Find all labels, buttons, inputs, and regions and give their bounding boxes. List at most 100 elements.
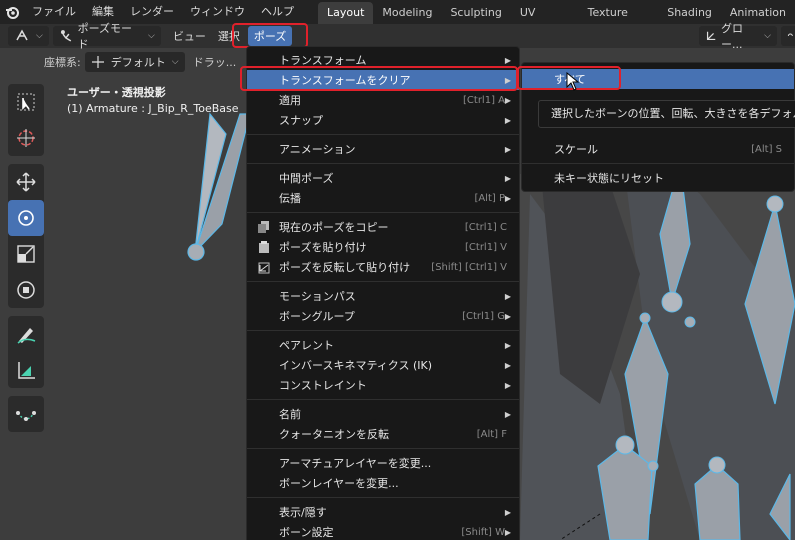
annotate-tool[interactable] <box>8 316 44 352</box>
coord-label: 座標系: <box>44 56 81 69</box>
menu-item-shortcut: [Alt] F <box>476 428 507 440</box>
menu-item[interactable]: インバースキネマティクス (IK) ▶ <box>247 355 519 375</box>
menu-item[interactable]: ポーズを反転して貼り付け [Shift] [Ctrl1] V <box>247 257 519 277</box>
bone-roll-tool[interactable] <box>8 396 44 432</box>
menu-item[interactable]: スナップ ▶ <box>247 110 519 130</box>
menu-item-shortcut: [Ctrl1] A <box>463 94 505 106</box>
menu-item-label: アーマチュアレイヤーを変更... <box>279 457 432 470</box>
cursor-tool[interactable] <box>8 120 44 156</box>
paste-flipped-icon <box>258 262 270 274</box>
move-icon <box>16 172 36 192</box>
menu-item[interactable]: アニメーション ▶ <box>247 139 519 159</box>
menu-item[interactable]: 名前 ▶ <box>247 404 519 424</box>
view-menu[interactable]: ビュー <box>167 26 212 46</box>
menu-item-label: スナップ <box>279 114 323 127</box>
menu-item[interactable]: ボーン設定 [Shift] W ▶ <box>247 522 519 540</box>
submenu-arrow-icon: ▶ <box>504 409 511 419</box>
main-menu: ファイル 編集 レンダー ウィンドウ ヘルプ <box>24 0 302 24</box>
drag-label[interactable]: ドラッ... <box>193 54 237 70</box>
link-icon <box>787 33 793 37</box>
submenu-arrow-icon: ▶ <box>504 115 511 125</box>
scale-tool[interactable] <box>8 236 44 272</box>
coord-system-dropdown[interactable]: デフォルト ⌵ <box>84 52 185 72</box>
menu-item[interactable]: 表示/隠す ▶ <box>247 502 519 522</box>
menu-item-shortcut: [Ctrl1] V <box>465 241 507 253</box>
menu-separator <box>247 448 519 449</box>
pivot-button[interactable] <box>781 26 795 46</box>
menu-item-label: アニメーション <box>279 143 356 156</box>
object-info: (1) Armature : J_Bip_R_ToeBase <box>67 102 239 115</box>
cursor-icon <box>17 129 35 147</box>
menu-item-label: 適用 <box>279 94 301 107</box>
menu-item[interactable]: 未キー状態にリセット <box>522 168 794 188</box>
menu-item[interactable]: 中間ポーズ ▶ <box>247 168 519 188</box>
menu-item[interactable]: ボーンレイヤーを変更... <box>247 473 519 493</box>
workspace-tab[interactable]: Layout <box>318 2 374 24</box>
view-name: ユーザー・透視投影 <box>67 86 166 99</box>
menu-item-label: スケール <box>554 143 598 156</box>
top-menu-item[interactable]: ヘルプ <box>253 0 302 24</box>
chevron-down-icon: ⌵ <box>36 31 43 41</box>
workspace-tab[interactable]: Modeling <box>373 2 441 24</box>
menu-item[interactable]: ボーングループ [Ctrl1] G ▶ <box>247 306 519 326</box>
pose-mode-icon <box>60 30 72 42</box>
menu-item[interactable]: ポーズを貼り付け [Ctrl1] V <box>247 237 519 257</box>
submenu-arrow-icon: ▶ <box>504 173 511 183</box>
editor-type-icon <box>16 29 28 41</box>
submenu-arrow-icon: ▶ <box>504 193 511 203</box>
menu-item-shortcut: [Shift] [Ctrl1] V <box>431 261 507 273</box>
menu-item[interactable]: クォータニオンを反転 [Alt] F <box>247 424 519 444</box>
menu-item-label: モーションパス <box>279 290 356 303</box>
bone-left[interactable] <box>187 112 251 261</box>
mode-selector[interactable]: ポーズモード ⌵ <box>52 22 161 51</box>
workspace-tab[interactable]: Texture Paint <box>579 2 659 41</box>
measure-tool[interactable] <box>8 352 44 388</box>
blender-logo-icon[interactable] <box>0 0 24 24</box>
transform-tool[interactable] <box>8 272 44 308</box>
menu-item-label: インバースキネマティクス (IK) <box>279 359 432 372</box>
measure-icon <box>18 362 35 379</box>
menu-separator <box>247 281 519 282</box>
menu-item[interactable]: 現在のポーズをコピー [Ctrl1] C <box>247 217 519 237</box>
menu-item-shortcut: [Alt] P <box>474 192 505 204</box>
top-menu-item[interactable]: ウィンドウ <box>182 0 253 24</box>
editor-type-button[interactable]: ⌵ <box>8 26 49 46</box>
coord-system-value: デフォルト <box>110 56 166 69</box>
menu-separator <box>247 497 519 498</box>
menu-item[interactable]: 適用 [Ctrl1] A ▶ <box>247 90 519 110</box>
menu-item-label: 表示/隠す <box>279 506 327 519</box>
menu-item[interactable]: コンストレイント ▶ <box>247 375 519 395</box>
chevron-down-icon: ⌵ <box>171 57 179 67</box>
select-box-icon <box>17 93 35 111</box>
rotate-tool[interactable] <box>8 200 44 236</box>
submenu-arrow-icon: ▶ <box>504 380 511 390</box>
copy-icon <box>258 221 269 233</box>
menu-separator <box>247 163 519 164</box>
menu-item[interactable]: ペアレント ▶ <box>247 335 519 355</box>
transform-icon <box>17 281 35 299</box>
orientation-selector[interactable]: グロー... ⌵ <box>699 22 777 51</box>
menu-item-label: ポーズを反転して貼り付け <box>279 261 411 274</box>
top-menu-item[interactable]: ファイル <box>24 0 84 24</box>
menu-item[interactable]: アーマチュアレイヤーを変更... <box>247 453 519 473</box>
select-box-tool[interactable] <box>8 84 44 120</box>
workspace-tab[interactable]: Shading <box>658 2 721 24</box>
menu-item-label: コンストレイント <box>279 379 367 392</box>
scale-icon <box>17 245 35 263</box>
workspace-tab[interactable]: UV Editing <box>511 2 579 41</box>
menu-item-label: 伝播 <box>279 192 301 205</box>
transform-orientation-icon <box>91 56 104 68</box>
menu-item[interactable]: モーションパス ▶ <box>247 286 519 306</box>
highlight-clear-transform <box>240 66 518 91</box>
move-tool[interactable] <box>8 164 44 200</box>
menu-item[interactable]: スケール [Alt] S <box>522 139 794 159</box>
menu-separator <box>247 330 519 331</box>
menu-item[interactable]: 伝播 [Alt] P ▶ <box>247 188 519 208</box>
menu-item-label: ペアレント <box>279 339 334 352</box>
workspace-tab[interactable]: Sculpting <box>441 2 510 24</box>
menu-item-label: 現在のポーズをコピー <box>279 221 389 234</box>
menu-item-shortcut: [Ctrl1] G <box>462 310 505 322</box>
menu-item-label: 未キー状態にリセット <box>554 172 664 185</box>
menu-separator <box>247 212 519 213</box>
submenu-arrow-icon: ▶ <box>504 95 511 105</box>
